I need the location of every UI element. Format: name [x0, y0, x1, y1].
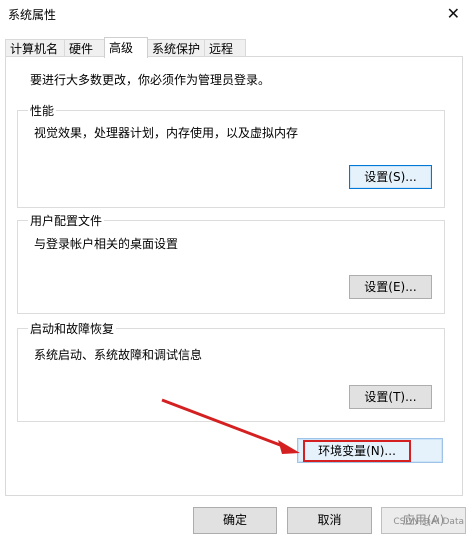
startup-recovery-settings-button[interactable]: 设置(T)... — [349, 385, 432, 409]
admin-notice: 要进行大多数更改，你必须作为管理员登录。 — [30, 73, 271, 87]
window-title: 系统属性 — [8, 8, 57, 22]
red-arrow-annotation — [161, 398, 300, 454]
user-profiles-label: 用户配置文件 — [28, 212, 105, 229]
close-icon[interactable]: ✕ — [447, 4, 460, 23]
performance-settings-button[interactable]: 设置(S)... — [349, 165, 432, 189]
startup-recovery-label: 启动和故障恢复 — [28, 320, 117, 337]
performance-group: 性能 视觉效果，处理器计划，内存使用，以及虚拟内存 设置(S)... — [17, 102, 445, 208]
tab-hardware[interactable]: 硬件 — [64, 39, 105, 57]
tab-remote[interactable]: 远程 — [204, 39, 246, 57]
user-profiles-settings-button[interactable]: 设置(E)... — [349, 275, 432, 299]
user-profiles-description: 与登录帐户相关的桌面设置 — [34, 237, 179, 251]
tab-system-protection[interactable]: 系统保护 — [147, 39, 205, 57]
watermark: CSDN @AI Data — [393, 517, 464, 527]
performance-description: 视觉效果，处理器计划，内存使用，以及虚拟内存 — [34, 126, 299, 140]
startup-recovery-description: 系统启动、系统故障和调试信息 — [34, 348, 203, 362]
ok-button[interactable]: 确定 — [193, 507, 277, 534]
environment-variables-button[interactable]: 环境变量(N)... — [303, 440, 411, 462]
tab-advanced[interactable]: 高级 — [104, 37, 148, 58]
performance-label: 性能 — [28, 102, 57, 119]
title-bar: 系统属性 ✕ — [0, 0, 474, 30]
tab-computer-name[interactable]: 计算机名 — [5, 39, 65, 57]
user-profiles-group: 用户配置文件 与登录帐户相关的桌面设置 设置(E)... — [17, 212, 445, 314]
cancel-button[interactable]: 取消 — [287, 507, 372, 534]
